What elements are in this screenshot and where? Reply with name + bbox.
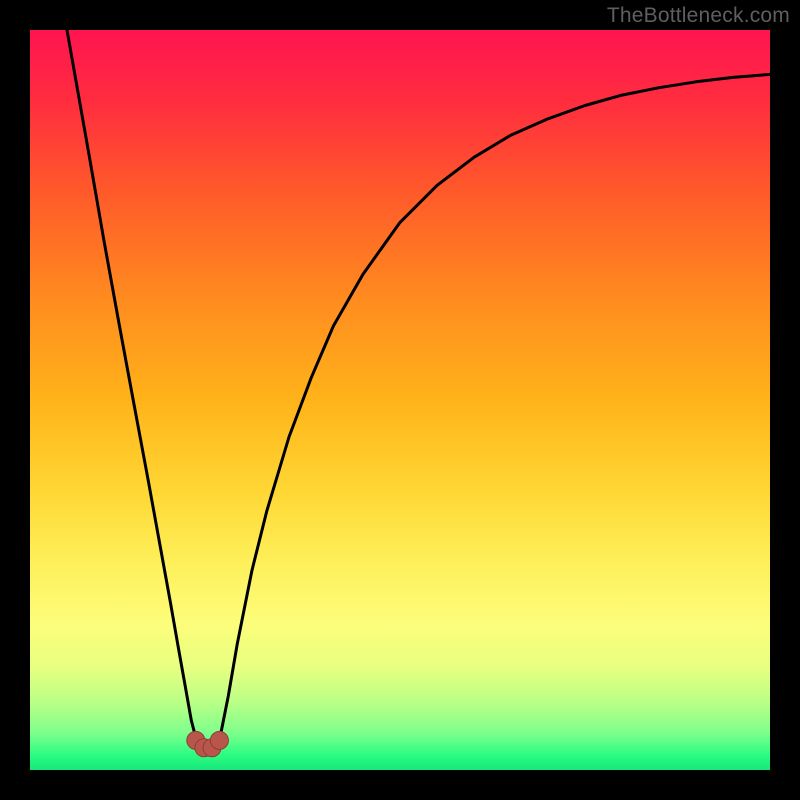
- watermark-text: TheBottleneck.com: [607, 4, 790, 28]
- plot-area: [30, 30, 770, 770]
- minimum-dots: [187, 731, 229, 756]
- bottleneck-curve: [67, 30, 770, 748]
- curve-svg: [30, 30, 770, 770]
- chart-frame: TheBottleneck.com: [0, 0, 800, 800]
- minimum-dot: [210, 731, 228, 749]
